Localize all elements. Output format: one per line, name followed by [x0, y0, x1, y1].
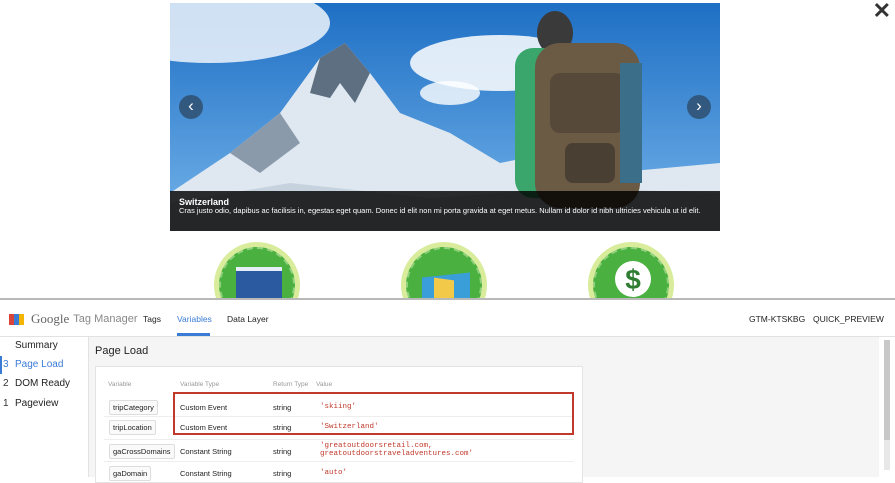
close-icon[interactable]: ✕ — [873, 0, 891, 22]
carousel-caption: Switzerland Cras justo odio, dapibus ac … — [170, 191, 720, 231]
variable-type: Custom Event — [180, 403, 228, 412]
variable-name: gaCrossDomains — [109, 444, 175, 459]
row-divider — [104, 461, 574, 462]
table-row: tripCategory Custom Event string 'skiing… — [104, 398, 574, 416]
sidebar-item-summary[interactable]: Summary — [0, 337, 88, 355]
image-carousel: ‹ › Switzerland Cras justo odio, dapibus… — [170, 3, 720, 231]
carousel-next-button[interactable]: › — [687, 95, 711, 119]
preview-mode: QUICK_PREVIEW — [813, 314, 884, 324]
variable-value: 'auto' — [320, 469, 348, 477]
variable-name: gaDomain — [109, 466, 152, 481]
return-type: string — [273, 447, 292, 456]
tab-tags[interactable]: Tags — [143, 314, 161, 324]
event-sidebar: Summary 3 Page Load 2 DOM Ready 1 Pageview — [0, 337, 89, 477]
variable-type: Constant String — [180, 447, 232, 456]
column-header-variable: Variable — [108, 381, 132, 388]
tag-manager-icon — [9, 313, 25, 325]
variable-type: Constant String — [180, 469, 232, 478]
gtm-header: Google Tag Manager Tags Variables Data L… — [0, 300, 895, 337]
variable-name: tripLocation — [109, 420, 156, 435]
active-tab-indicator — [177, 333, 210, 336]
sidebar-item-page-load[interactable]: 3 Page Load — [0, 356, 88, 374]
page-title: Page Load — [95, 345, 149, 357]
tab-variables[interactable]: Variables — [177, 314, 212, 324]
variables-main: Page Load Variable Variable Type Return … — [89, 337, 879, 483]
table-row: gaCrossDomains Constant String string 'g… — [104, 441, 574, 459]
container-id: GTM-KTSKBG — [749, 314, 806, 324]
return-type: string — [273, 423, 292, 432]
sidebar-item-dom-ready[interactable]: 2 DOM Ready — [0, 375, 88, 393]
variable-value: 'Switzerland' — [320, 423, 379, 431]
column-header-value: Value — [316, 381, 333, 388]
return-type: string — [273, 469, 292, 478]
sidebar-item-label: Pageview — [15, 398, 59, 409]
dollar-icon[interactable]: $ — [588, 242, 674, 298]
return-type: string — [273, 403, 292, 412]
vertical-scrollbar[interactable] — [884, 340, 890, 470]
chevron-right-icon: › — [696, 96, 702, 115]
sidebar-item-pageview[interactable]: 1 Pageview — [0, 395, 88, 413]
column-header-variable-type: Variable Type — [180, 381, 220, 388]
website-preview: ✕ ‹ › Switzerland Cras justo odio, dapib… — [0, 0, 895, 298]
row-divider — [104, 439, 574, 440]
variable-type: Custom Event — [180, 423, 228, 432]
feature-badges: $ — [0, 242, 895, 298]
sidebar-item-label: Summary — [15, 340, 58, 351]
sidebar-item-label: DOM Ready — [15, 378, 71, 389]
table-row: tripLocation Custom Event string 'Switze… — [104, 418, 574, 436]
scrollbar-thumb[interactable] — [884, 340, 890, 440]
logo-google: Google — [31, 311, 70, 326]
carousel-prev-button[interactable]: ‹ — [179, 95, 203, 119]
tab-data-layer[interactable]: Data Layer — [227, 314, 269, 324]
bed-icon[interactable] — [214, 242, 300, 298]
chevron-left-icon: ‹ — [188, 96, 194, 115]
map-icon[interactable] — [401, 242, 487, 298]
caption-text: Cras justo odio, dapibus ac facilisis in… — [179, 206, 701, 215]
column-header-return-type: Return Type — [273, 381, 309, 388]
sidebar-item-label: Page Load — [15, 359, 64, 370]
variable-value-continued: greatoutdoorstraveladventures.com' — [320, 450, 474, 458]
variable-value: 'greatoutdoorsretail.com, — [320, 442, 433, 450]
tag-manager-debug-panel: Google Tag Manager Tags Variables Data L… — [0, 298, 895, 483]
row-divider — [104, 416, 574, 417]
variable-name: tripCategory — [109, 400, 158, 415]
variables-table: Variable Variable Type Return Type Value… — [95, 366, 583, 483]
gtm-logo: Google Tag Manager — [9, 311, 138, 327]
logo-product: Tag Manager — [73, 313, 138, 325]
table-row: gaDomain Constant String string 'auto' — [104, 463, 574, 481]
variable-value: 'skiing' — [320, 403, 357, 411]
